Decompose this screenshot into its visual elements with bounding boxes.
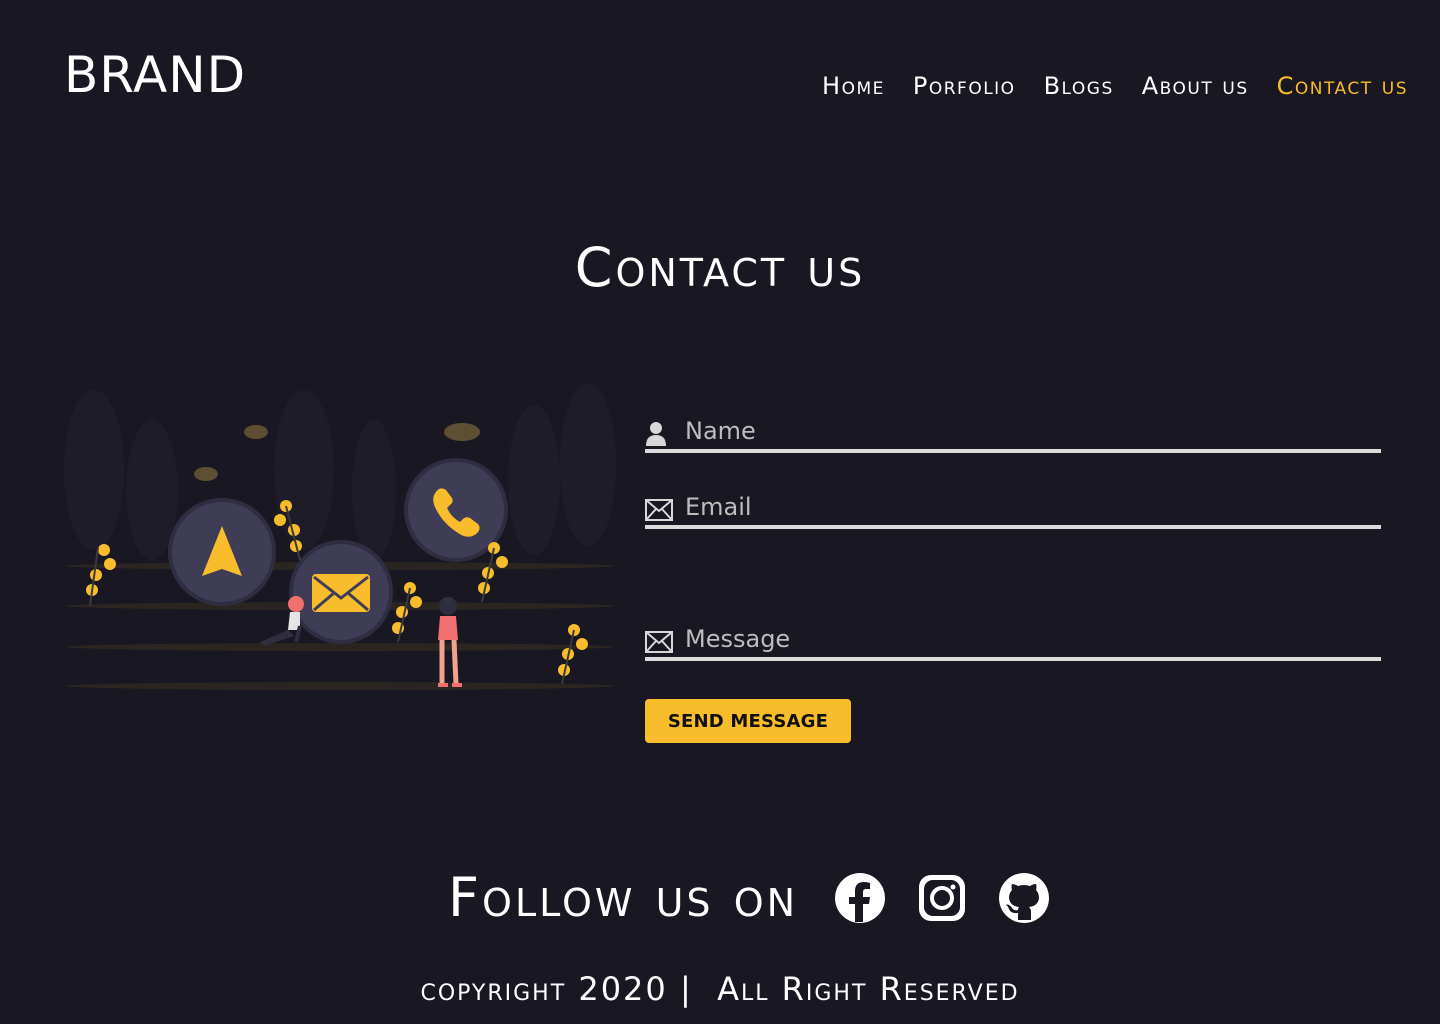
envelope-icon [645,629,675,655]
nav-blogs[interactable]: Blogs [1044,72,1114,100]
background-trees [64,383,616,560]
social-links [834,872,1050,924]
email-field [645,481,1381,529]
location-circle [168,498,276,606]
github-icon[interactable] [998,872,1050,924]
message-input[interactable] [685,625,1365,655]
send-message-button[interactable]: SEND MESSAGE [645,699,851,743]
name-input[interactable] [685,417,1365,447]
nav-home[interactable]: Home [822,72,885,100]
nav-portfolio[interactable]: Porfolio [913,72,1016,100]
copyright-text: copyright 2020 | All Right Reserved [420,970,1020,1008]
mail-circle [289,540,393,644]
contact-form: SEND MESSAGE [645,405,1381,743]
instagram-icon[interactable] [916,872,968,924]
nav-about-us[interactable]: About us [1142,72,1249,100]
nav-contact-us[interactable]: Contact us [1277,72,1408,100]
message-field [645,613,1381,661]
contact-illustration [64,383,616,690]
follow-section: Follow us on [448,866,1050,929]
email-input[interactable] [685,493,1365,523]
brand-logo[interactable]: BRAND [64,46,246,104]
main-nav: Home Porfolio Blogs About us Contact us [822,72,1408,100]
follow-label: Follow us on [448,866,799,929]
facebook-icon[interactable] [834,872,886,924]
standing-person [438,597,462,687]
user-icon [645,421,675,447]
envelope-icon [645,497,675,523]
name-field [645,405,1381,453]
page-title: Contact us [574,236,866,299]
